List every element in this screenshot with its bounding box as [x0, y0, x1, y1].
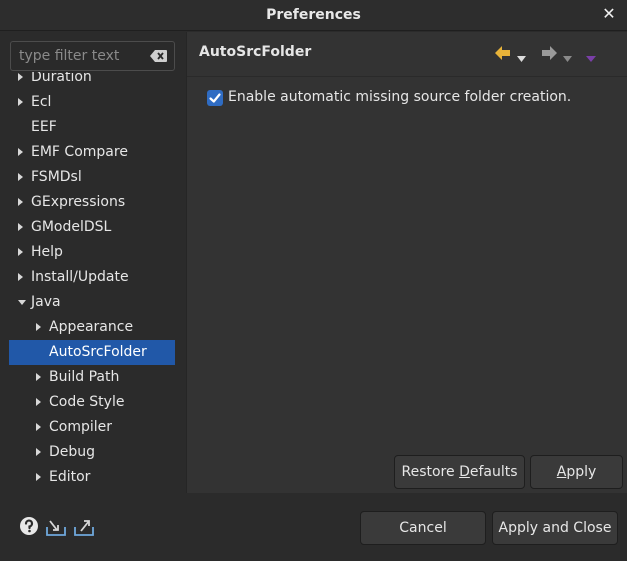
restore-defaults-mnemonic: D [459, 464, 470, 480]
chevron-right-icon[interactable] [36, 473, 41, 481]
tree-item[interactable]: GModelDSL [9, 215, 175, 240]
tree-item-label: FSMDsl [31, 169, 82, 185]
chevron-right-icon[interactable] [36, 423, 41, 431]
tree-item[interactable]: GExpressions [9, 190, 175, 215]
enable-auto-folder-checkbox[interactable] [207, 90, 223, 106]
tree-item[interactable]: Editor [9, 465, 175, 490]
view-menu-icon[interactable] [586, 50, 596, 66]
apply-button[interactable]: Apply [530, 455, 623, 489]
tree-item-label: AutoSrcFolder [49, 344, 147, 360]
chevron-right-icon[interactable] [36, 448, 41, 456]
tree-item-label: Help [31, 244, 63, 260]
header-divider [187, 76, 627, 77]
tree-item-label: GExpressions [31, 194, 126, 210]
forward-menu-chevron-down-icon[interactable] [563, 50, 572, 66]
tree-item[interactable]: Install/Update [9, 265, 175, 290]
tree-item[interactable]: Help [9, 240, 175, 265]
tree-item-label: Code Style [49, 394, 125, 410]
tree-item-label: Duration [31, 72, 92, 85]
left-pane: Duration Ecl EEF EMF Compare FSMDsl GExpressi… [0, 32, 186, 493]
filter-box[interactable] [10, 41, 175, 71]
right-pane: AutoSrcFolder Enable automatic missing s… [187, 32, 627, 493]
chevron-right-icon[interactable] [18, 98, 23, 106]
apply-and-close-button[interactable]: Apply and Close [492, 511, 618, 545]
chevron-right-icon[interactable] [18, 248, 23, 256]
tree-item[interactable]: Appearance [9, 315, 175, 340]
chevron-right-icon[interactable] [18, 198, 23, 206]
tree-item[interactable]: Code Style [9, 390, 175, 415]
export-icon[interactable] [73, 515, 95, 537]
forward-arrow-icon[interactable] [541, 46, 557, 64]
chevron-right-icon[interactable] [18, 173, 23, 181]
tree-item[interactable]: EEF [9, 115, 175, 140]
back-menu-chevron-down-icon[interactable] [517, 50, 526, 66]
chevron-down-icon[interactable] [18, 300, 26, 305]
enable-auto-folder-label: Enable automatic missing source folder c… [228, 89, 572, 105]
restore-defaults-label-end: efaults [469, 464, 518, 480]
title-bar: Preferences ✕ [0, 0, 627, 31]
tree-item[interactable]: Duration [9, 72, 175, 90]
chevron-right-icon[interactable] [36, 373, 41, 381]
tree-item-label: Install/Update [31, 269, 129, 285]
tree-item[interactable]: Compiler [9, 415, 175, 440]
navigation-toolbar [495, 46, 615, 64]
window-title: Preferences [266, 7, 361, 23]
tree-item-label: Ecl [31, 94, 52, 110]
tree-item-label: Compiler [49, 419, 113, 435]
chevron-right-icon[interactable] [18, 148, 23, 156]
tree-item-label: GModelDSL [31, 219, 112, 235]
cancel-button[interactable]: Cancel [360, 511, 486, 545]
tree-item-label: EEF [31, 119, 57, 135]
tree-item[interactable]: EMF Compare [9, 140, 175, 165]
tree-item[interactable]: Build Path [9, 365, 175, 390]
chevron-right-icon[interactable] [18, 273, 23, 281]
chevron-right-icon[interactable] [18, 73, 23, 81]
back-arrow-icon[interactable] [495, 46, 511, 64]
chevron-right-icon[interactable] [36, 323, 41, 331]
tree-item-label: Editor [49, 469, 91, 485]
tree-item-label: Java [31, 294, 61, 310]
clear-filter-icon[interactable] [150, 50, 167, 62]
tree-item-label: EMF Compare [31, 144, 128, 160]
tree-item-label: Debug [49, 444, 96, 460]
chevron-right-icon[interactable] [18, 223, 23, 231]
apply-label-end: pply [566, 464, 597, 480]
help-icon[interactable] [19, 515, 41, 537]
restore-defaults-label-start: Restore [401, 464, 460, 480]
dialog-button-bar: Cancel Apply and Close [0, 493, 627, 561]
tree-item[interactable]: Ecl [9, 90, 175, 115]
filter-input[interactable] [11, 42, 146, 70]
preference-tree: Duration Ecl EEF EMF Compare FSMDsl GExpressi… [0, 72, 186, 493]
tree-item-label: Appearance [49, 319, 134, 335]
checkmark-icon [209, 93, 221, 103]
import-icon[interactable] [45, 515, 67, 537]
tree-item-label: Build Path [49, 369, 120, 385]
tree-item[interactable]: AutoSrcFolder [9, 340, 175, 365]
page-title: AutoSrcFolder [199, 44, 312, 60]
close-icon[interactable]: ✕ [601, 5, 617, 23]
tree-item[interactable]: Debug [9, 440, 175, 465]
chevron-right-icon[interactable] [36, 398, 41, 406]
tree-item[interactable]: FSMDsl [9, 165, 175, 190]
restore-defaults-button[interactable]: Restore Defaults [394, 455, 525, 489]
apply-mnemonic: A [556, 464, 567, 480]
tree-item[interactable]: Java [9, 290, 175, 315]
